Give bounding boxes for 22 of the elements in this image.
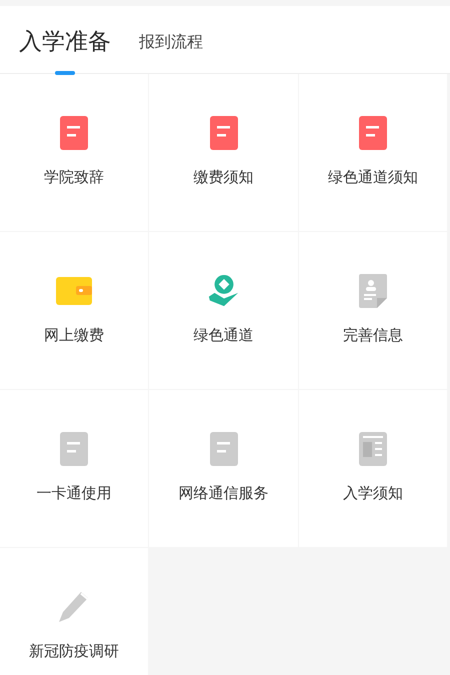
item-label: 网上缴费 [44, 325, 104, 345]
tab[interactable]: 报到流程 [139, 26, 203, 76]
item-label: 入学须知 [343, 483, 403, 503]
grid-item[interactable]: 绿色通道 [149, 232, 298, 389]
grid-item[interactable]: 完善信息 [299, 232, 447, 389]
tab[interactable]: 入学准备 [19, 26, 111, 76]
grid-item[interactable]: 绿色通道须知 [299, 74, 447, 231]
item-label: 缴费须知 [194, 167, 254, 187]
grid-item[interactable]: 入学须知 [299, 390, 447, 547]
grid-item[interactable]: 新冠防疫调研 [0, 548, 148, 675]
item-label: 绿色通道 [194, 325, 254, 345]
item-label: 绿色通道须知 [328, 167, 418, 187]
item-label: 学院致辞 [44, 167, 104, 187]
grid-item[interactable]: 缴费须知 [149, 74, 298, 231]
grid-item[interactable]: 一卡通使用 [0, 390, 148, 547]
item-label: 新冠防疫调研 [29, 641, 119, 661]
grid-item[interactable]: 网络通信服务 [149, 390, 298, 547]
item-label: 网络通信服务 [178, 483, 268, 503]
grid-item[interactable]: 网上缴费 [0, 232, 148, 389]
item-label: 一卡通使用 [36, 483, 112, 503]
item-label: 完善信息 [343, 325, 403, 345]
grid-item[interactable]: 学院致辞 [0, 74, 148, 231]
